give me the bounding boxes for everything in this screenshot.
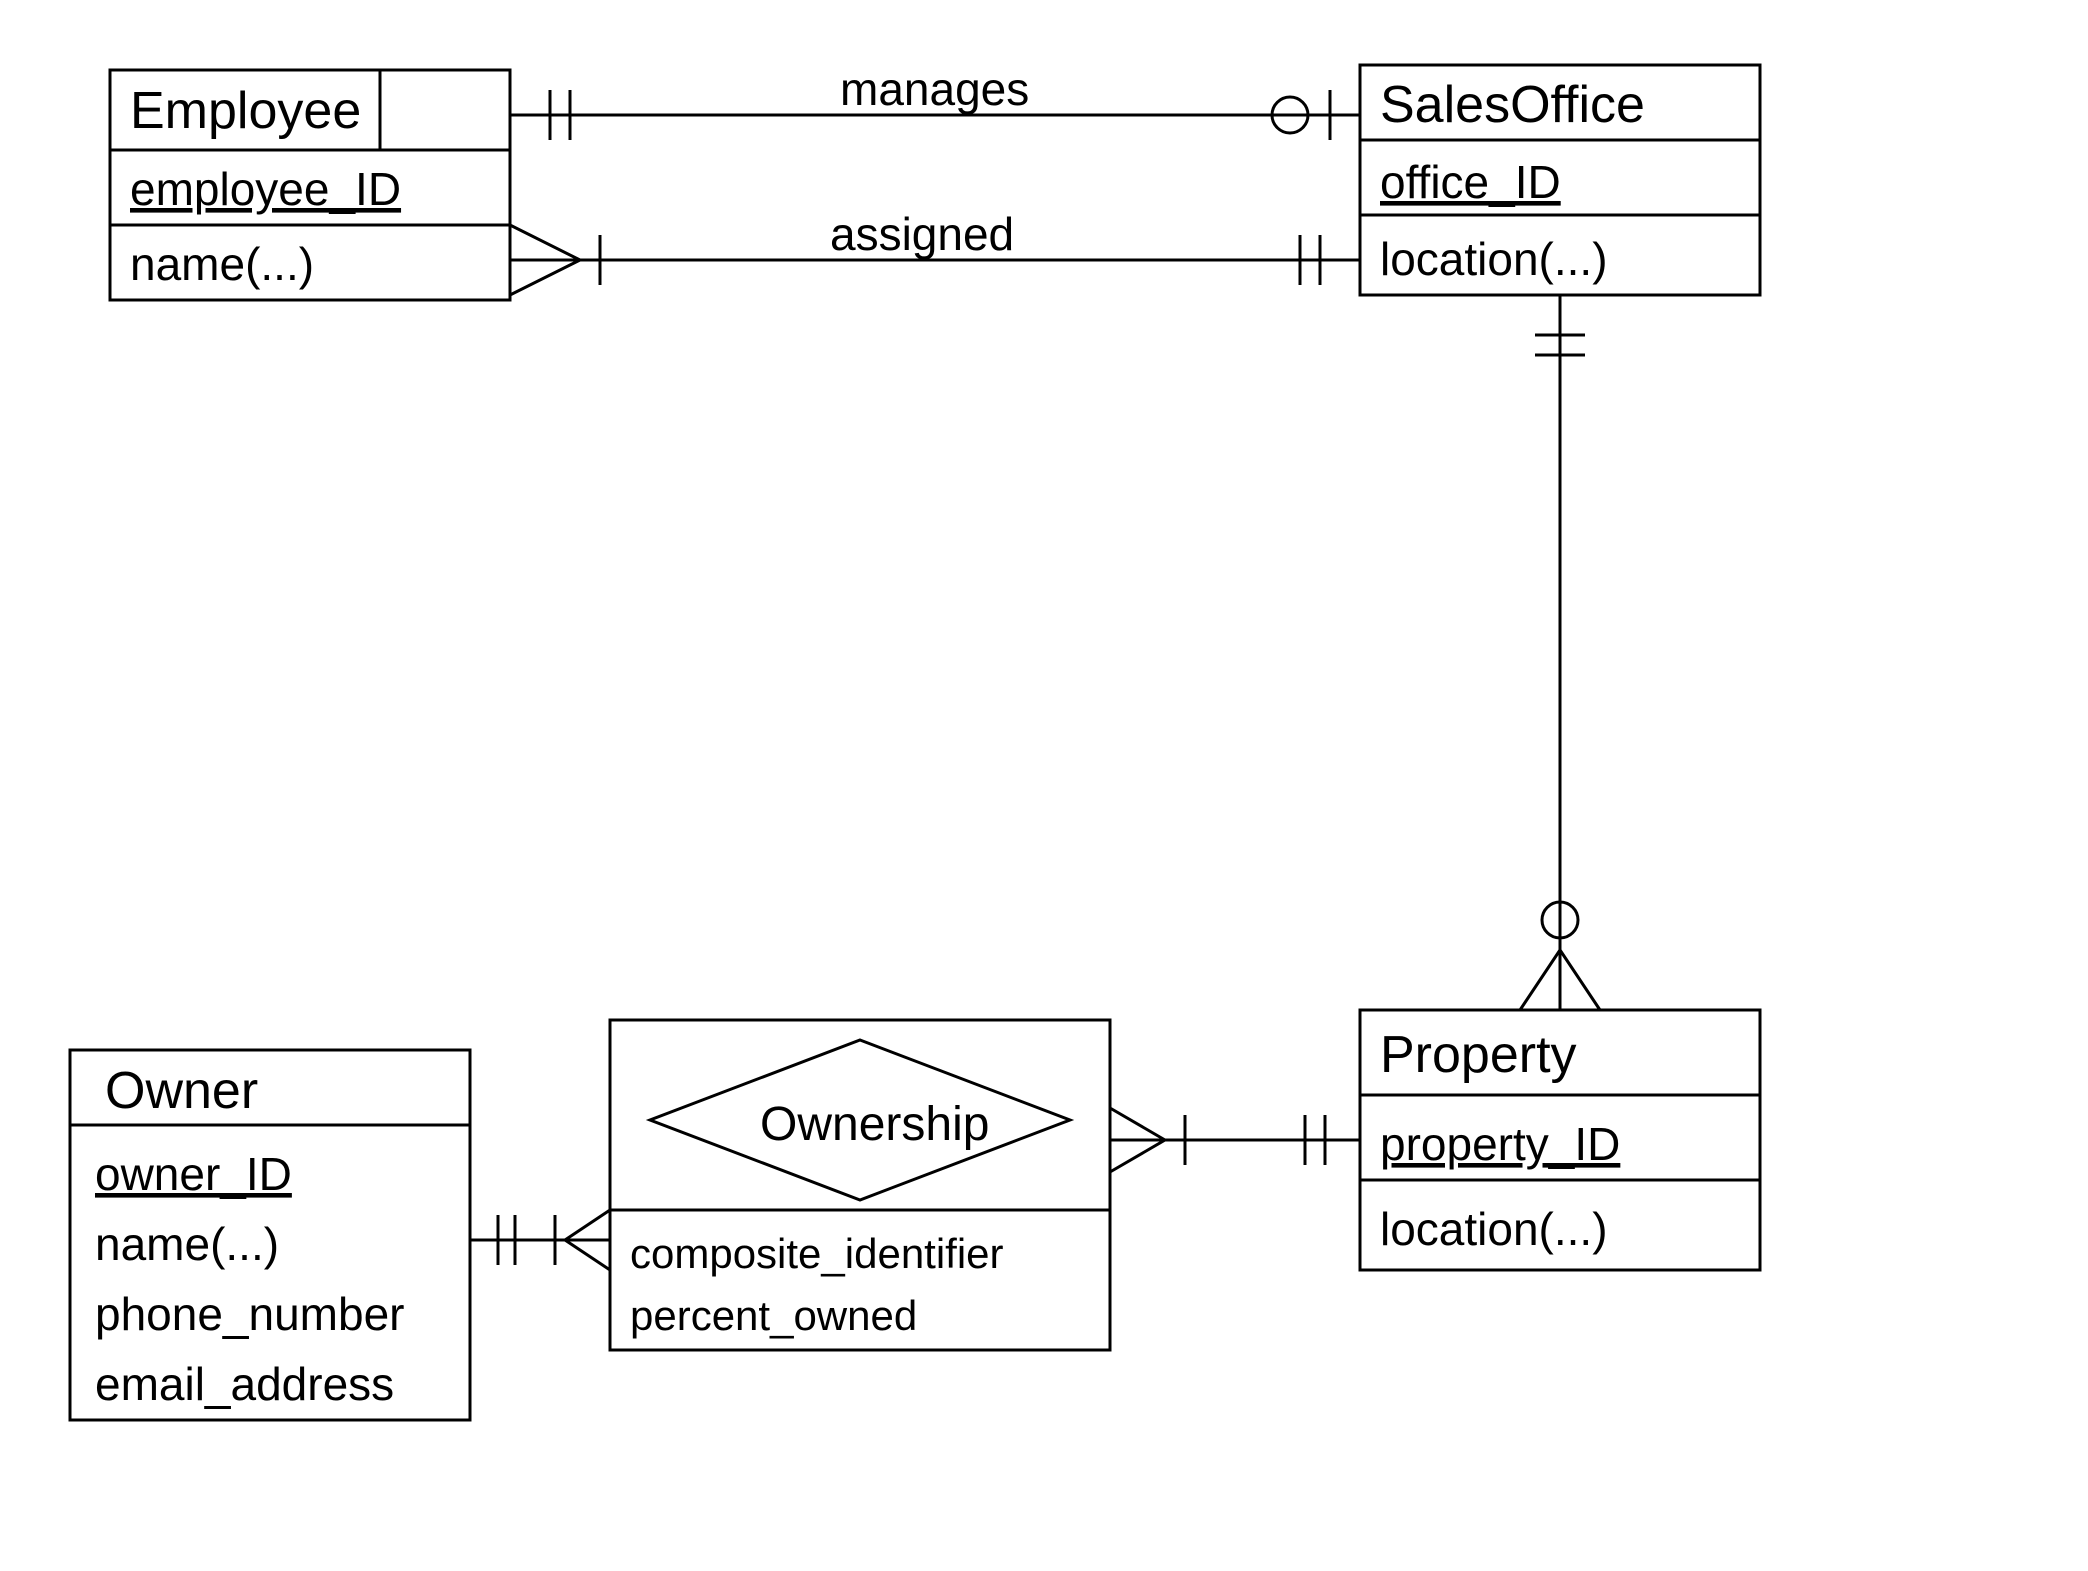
relationship-assigned-label: assigned <box>830 208 1014 260</box>
entity-employee-title: Employee <box>130 82 361 140</box>
entity-ownership-title: Ownership <box>760 1098 989 1151</box>
entity-employee-attr-0: employee_ID <box>130 163 401 215</box>
relationship-manages: manages <box>510 63 1360 140</box>
relationship-manages-label: manages <box>840 63 1029 115</box>
entity-employee: Employee employee_ID name(...) <box>110 70 510 300</box>
entity-owner-title: Owner <box>105 1062 258 1120</box>
relationship-owner-ownership <box>470 1210 610 1270</box>
entity-salesoffice-attr-0: office_ID <box>1380 156 1561 208</box>
entity-salesoffice-title: SalesOffice <box>1380 76 1645 134</box>
entity-owner-attr-1: name(...) <box>95 1218 279 1270</box>
entity-property-attr-0: property_ID <box>1380 1118 1620 1170</box>
entity-property-title: Property <box>1380 1026 1577 1084</box>
entity-salesoffice: SalesOffice office_ID location(...) <box>1360 65 1760 295</box>
entity-owner-attr-3: email_address <box>95 1358 394 1410</box>
entity-ownership-attr-1: percent_owned <box>630 1292 917 1339</box>
entity-property: Property property_ID location(...) <box>1360 1010 1760 1270</box>
entity-ownership-attr-0: composite_identifier <box>630 1230 1004 1277</box>
entity-employee-attr-1: name(...) <box>130 238 314 290</box>
er-diagram: Employee employee_ID name(...) SalesOffi… <box>0 0 2088 1571</box>
entity-property-attr-1: location(...) <box>1380 1203 1608 1255</box>
entity-owner-attr-2: phone_number <box>95 1288 404 1340</box>
entity-salesoffice-attr-1: location(...) <box>1380 233 1608 285</box>
relationship-ownership-property <box>1110 1108 1360 1172</box>
relationship-assigned: assigned <box>510 208 1360 295</box>
entity-owner: Owner owner_ID name(...) phone_number em… <box>70 1050 470 1420</box>
entity-ownership: Ownership composite_identifier percent_o… <box>610 1020 1110 1350</box>
relationship-salesoffice-property <box>1520 295 1600 1010</box>
entity-owner-attr-0: owner_ID <box>95 1148 292 1200</box>
